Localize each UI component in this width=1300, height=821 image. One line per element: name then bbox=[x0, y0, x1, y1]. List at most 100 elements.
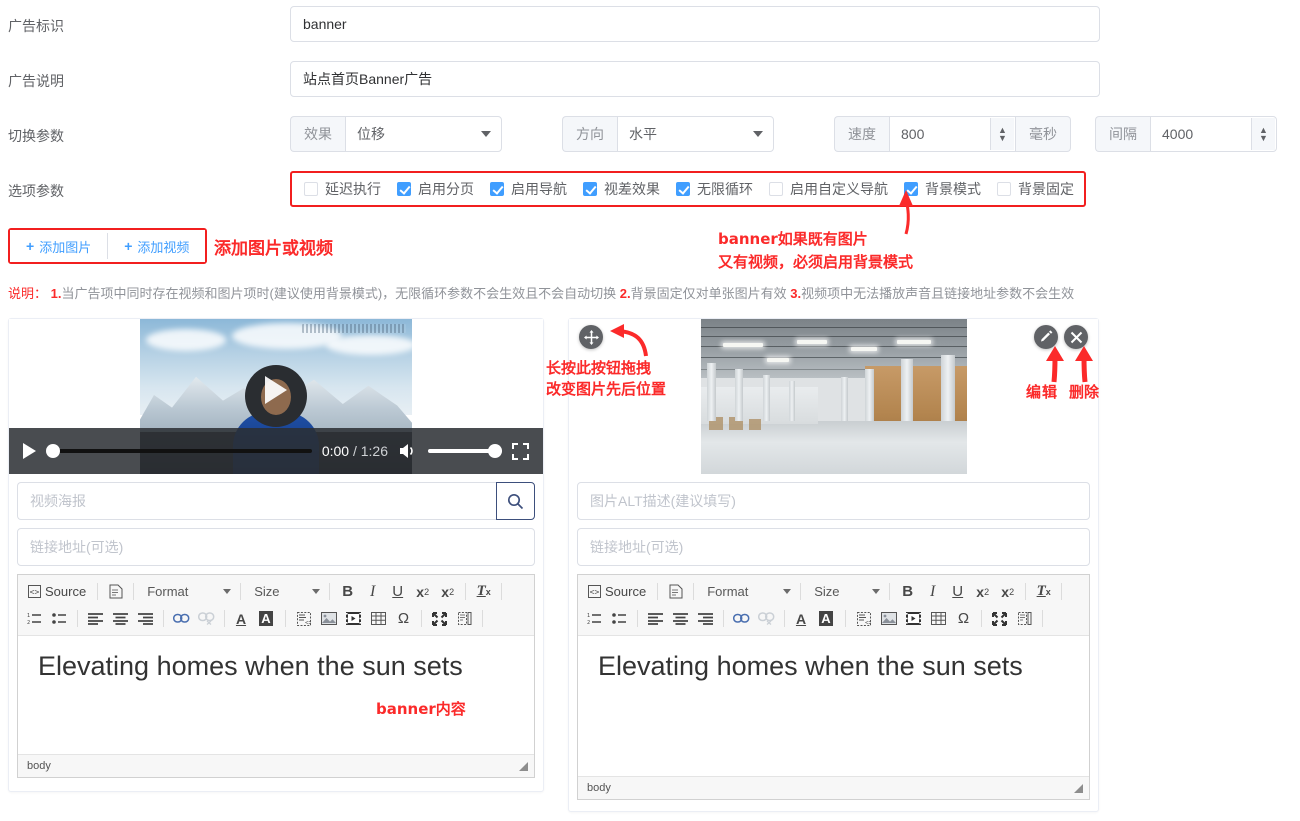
checkbox-checked-icon[interactable] bbox=[490, 182, 504, 196]
numbered-list-button[interactable]: 1 2 bbox=[582, 607, 607, 630]
option-checkbox-1[interactable]: 启用分页 bbox=[397, 179, 474, 199]
effect-select[interactable]: 位移 bbox=[345, 116, 502, 152]
option-checkbox-4[interactable]: 无限循环 bbox=[676, 179, 753, 199]
spinner-icon[interactable]: ▲ ▼ bbox=[990, 118, 1014, 150]
volume-slider[interactable] bbox=[428, 444, 502, 458]
align-center-button[interactable] bbox=[108, 607, 133, 630]
image-link-input[interactable] bbox=[577, 528, 1090, 566]
templates-button[interactable] bbox=[103, 580, 128, 603]
remove-format-button[interactable]: Tx bbox=[1031, 580, 1056, 603]
underline-button[interactable]: U bbox=[945, 580, 970, 603]
show-blocks-button[interactable] bbox=[1012, 607, 1037, 630]
checkbox-checked-icon[interactable] bbox=[676, 182, 690, 196]
direction-select[interactable]: 水平 bbox=[617, 116, 774, 152]
maximize-button[interactable] bbox=[987, 607, 1012, 630]
checkbox-checked-icon[interactable] bbox=[583, 182, 597, 196]
option-checkbox-3[interactable]: 视差效果 bbox=[583, 179, 660, 199]
bulleted-list-button[interactable] bbox=[607, 607, 632, 630]
seek-slider[interactable] bbox=[46, 443, 312, 459]
subscript-button[interactable]: x2 bbox=[970, 580, 995, 603]
underline-button[interactable]: U bbox=[385, 580, 410, 603]
ad-desc-input[interactable] bbox=[290, 61, 1100, 97]
bulleted-list-button[interactable] bbox=[47, 607, 72, 630]
insert-table-button[interactable] bbox=[366, 607, 391, 630]
superscript-button[interactable]: x2 bbox=[995, 580, 1020, 603]
volume-icon[interactable] bbox=[398, 442, 418, 460]
annotation-bg-mode-line2: 又有视频，必须启用背景模式 bbox=[718, 253, 914, 271]
checkbox-unchecked-icon[interactable] bbox=[997, 182, 1011, 196]
play-icon[interactable] bbox=[265, 376, 287, 405]
remove-format-button[interactable]: Tx bbox=[471, 580, 496, 603]
link-button[interactable] bbox=[169, 607, 194, 630]
add-video-button[interactable]: + 添加视频 bbox=[108, 230, 206, 262]
bold-button[interactable]: B bbox=[895, 580, 920, 603]
insert-video-button[interactable] bbox=[341, 607, 366, 630]
option-checkbox-2[interactable]: 启用导航 bbox=[490, 179, 567, 199]
option-checkbox-0[interactable]: 延迟执行 bbox=[304, 179, 381, 199]
resize-handle[interactable] bbox=[1074, 783, 1083, 793]
numbered-list-button[interactable]: 1 2 bbox=[22, 607, 47, 630]
insert-special-char-button[interactable]: Ω bbox=[951, 607, 976, 630]
option-checkbox-7[interactable]: 背景固定 bbox=[997, 179, 1074, 199]
annotation-drag-line1: 长按此按钮拖拽 bbox=[546, 359, 652, 377]
insert-video-button[interactable] bbox=[901, 607, 926, 630]
size-dropdown[interactable]: Size bbox=[806, 580, 884, 603]
speed-input[interactable]: 800 ▲ ▼ bbox=[889, 116, 1016, 152]
align-left-button[interactable] bbox=[83, 607, 108, 630]
subscript-button[interactable]: x2 bbox=[410, 580, 435, 603]
image-editor-footer: body bbox=[578, 776, 1089, 799]
video-preview[interactable]: 0:00 / 1:26 bbox=[9, 319, 543, 474]
italic-button[interactable]: I bbox=[920, 580, 945, 603]
align-center-button[interactable] bbox=[668, 607, 693, 630]
interval-group: 间隔 4000 ▲ ▼ bbox=[1095, 116, 1277, 152]
background-color-button[interactable]: A bbox=[815, 607, 840, 630]
link-button[interactable] bbox=[729, 607, 754, 630]
insert-table-button[interactable] bbox=[926, 607, 951, 630]
option-checkbox-5[interactable]: 启用自定义导航 bbox=[769, 179, 888, 199]
video-editor-content[interactable]: Elevating homes when the sun sets banner… bbox=[18, 636, 534, 754]
bold-button[interactable]: B bbox=[335, 580, 360, 603]
source-button[interactable]: <> Source bbox=[22, 580, 92, 603]
fullscreen-icon[interactable] bbox=[512, 442, 529, 460]
image-editor-content[interactable]: Elevating homes when the sun sets bbox=[578, 636, 1089, 776]
checkbox-checked-icon[interactable] bbox=[397, 182, 411, 196]
image-icon bbox=[320, 612, 337, 625]
text-color-button[interactable]: A bbox=[790, 607, 815, 630]
play-button[interactable] bbox=[23, 443, 36, 459]
insert-code-snippet-button[interactable]: <> bbox=[851, 607, 876, 630]
insert-code-snippet-button[interactable]: <> bbox=[291, 607, 316, 630]
superscript-button[interactable]: x2 bbox=[435, 580, 460, 603]
italic-button[interactable]: I bbox=[360, 580, 385, 603]
video-link-input[interactable] bbox=[17, 528, 535, 566]
search-poster-button[interactable] bbox=[496, 482, 535, 520]
direction-value: 水平 bbox=[629, 126, 657, 142]
video-poster-input[interactable] bbox=[17, 482, 497, 520]
insert-image-button[interactable] bbox=[316, 607, 341, 630]
format-dropdown[interactable]: Format bbox=[139, 580, 235, 603]
source-button[interactable]: <> Source bbox=[582, 580, 652, 603]
add-image-button[interactable]: + 添加图片 bbox=[10, 230, 108, 262]
insert-image-button[interactable] bbox=[876, 607, 901, 630]
unlink-button[interactable] bbox=[754, 607, 779, 630]
show-blocks-button[interactable] bbox=[452, 607, 477, 630]
format-dropdown[interactable]: Format bbox=[699, 580, 795, 603]
insert-special-char-button[interactable]: Ω bbox=[391, 607, 416, 630]
align-left-button[interactable] bbox=[643, 607, 668, 630]
templates-button[interactable] bbox=[663, 580, 688, 603]
image-alt-input[interactable] bbox=[577, 482, 1090, 520]
size-dropdown[interactable]: Size bbox=[246, 580, 324, 603]
ad-id-input[interactable] bbox=[290, 6, 1100, 42]
size-label: Size bbox=[814, 584, 840, 599]
source-icon: <> bbox=[28, 585, 41, 598]
spinner-icon[interactable]: ▲ ▼ bbox=[1251, 118, 1275, 150]
checkbox-unchecked-icon[interactable] bbox=[304, 182, 318, 196]
resize-handle[interactable] bbox=[519, 761, 528, 771]
unlink-button[interactable] bbox=[194, 607, 219, 630]
align-right-button[interactable] bbox=[693, 607, 718, 630]
background-color-button[interactable]: A bbox=[255, 607, 280, 630]
align-right-button[interactable] bbox=[133, 607, 158, 630]
maximize-button[interactable] bbox=[427, 607, 452, 630]
text-color-button[interactable]: A bbox=[230, 607, 255, 630]
checkbox-unchecked-icon[interactable] bbox=[769, 182, 783, 196]
interval-input[interactable]: 4000 ▲ ▼ bbox=[1150, 116, 1277, 152]
